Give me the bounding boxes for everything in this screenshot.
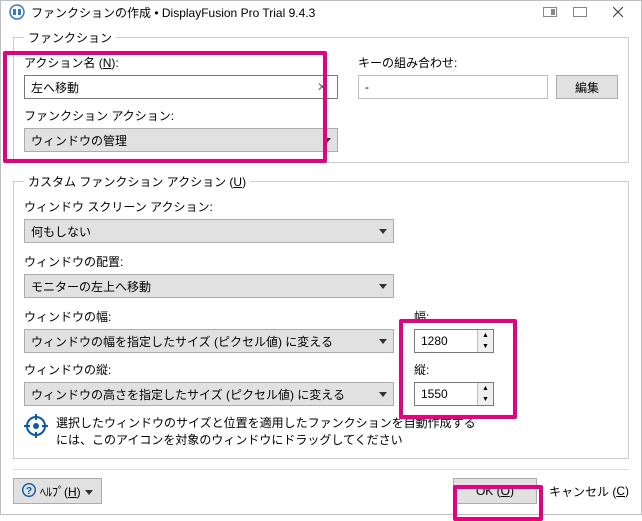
titlebar: ファンクションの作成 • DisplayFusion Pro Trial 9.4… (1, 1, 641, 23)
placement-value: モニターの左上へ移動 (31, 278, 151, 295)
custom-action-fieldset: カスタム ファンクション アクション (U) ウィンドウ スクリーン アクション… (13, 173, 629, 459)
action-name-value: 左へ移動 (31, 79, 79, 96)
chevron-down-icon (379, 392, 387, 397)
target-icon[interactable] (24, 414, 48, 438)
width-px-value: 1280 (421, 334, 448, 348)
function-action-value: ウィンドウの管理 (31, 132, 127, 149)
chevron-down-icon (379, 339, 387, 344)
clear-icon[interactable]: ✕ (313, 80, 331, 94)
titlebar-controls (535, 1, 641, 23)
placement-label: ウィンドウの配置: (24, 253, 618, 270)
width-px-label: 幅: (414, 308, 494, 325)
action-name-input[interactable]: 左へ移動 ✕ (24, 75, 338, 99)
height-mode-combo[interactable]: ウィンドウの高さを指定したサイズ (ピクセル値) に変える (24, 382, 394, 406)
help-label: ﾍﾙﾌﾟ(H) (40, 483, 81, 500)
window: ファンクションの作成 • DisplayFusion Pro Trial 9.4… (0, 0, 642, 515)
close-button[interactable] (595, 1, 641, 23)
function-action-combo[interactable]: ウィンドウの管理 (24, 128, 338, 152)
footer: ? ﾍﾙﾌﾟ(H) OK (O) キャンセル (C) (13, 469, 629, 504)
chevron-down-icon (85, 484, 93, 498)
window-title: ファンクションの作成 • DisplayFusion Pro Trial 9.4… (31, 4, 535, 21)
client-area: ファンクション アクション名 (N): 左へ移動 ✕ キーの組み合わせ: - 編… (1, 23, 641, 514)
key-combo-field: - (358, 75, 548, 99)
key-combo-label: キーの組み合わせ: (358, 54, 618, 71)
spinner-buttons[interactable]: ▲▼ (477, 330, 493, 352)
spin-up-icon[interactable]: ▲ (478, 330, 493, 341)
width-mode-value: ウィンドウの幅を指定したサイズ (ピクセル値) に変える (31, 333, 333, 350)
height-px-label: 縦: (414, 361, 494, 378)
titlebar-extra-icon-1[interactable] (535, 1, 565, 23)
screen-action-value: 何もしない (31, 223, 91, 240)
height-px-value: 1550 (421, 387, 448, 401)
function-action-label: ファンクション アクション: (24, 107, 338, 124)
chevron-down-icon (323, 138, 331, 143)
chevron-down-icon (379, 229, 387, 234)
custom-action-legend: カスタム ファンクション アクション (U) (24, 173, 250, 190)
help-button[interactable]: ? ﾍﾙﾌﾟ(H) (13, 478, 102, 504)
spinner-buttons[interactable]: ▲▼ (477, 383, 493, 405)
width-mode-combo[interactable]: ウィンドウの幅を指定したサイズ (ピクセル値) に変える (24, 329, 394, 353)
svg-text:?: ? (26, 486, 32, 497)
screen-action-label: ウィンドウ スクリーン アクション: (24, 198, 618, 215)
placement-combo[interactable]: モニターの左上へ移動 (24, 274, 394, 298)
width-px-input[interactable]: 1280 ▲▼ (414, 329, 494, 353)
spin-down-icon[interactable]: ▼ (478, 394, 493, 405)
function-legend: ファンクション (24, 29, 116, 46)
spin-down-icon[interactable]: ▼ (478, 341, 493, 352)
function-fieldset: ファンクション アクション名 (N): 左へ移動 ✕ キーの組み合わせ: - 編… (13, 29, 629, 163)
cancel-button[interactable]: キャンセル (C) (549, 483, 629, 500)
drag-hint-text: 選択したウィンドウのサイズと位置を適用したファンクションを自動作成するには、この… (56, 414, 476, 448)
edit-button[interactable]: 編集 (556, 75, 618, 99)
help-icon: ? (22, 483, 36, 500)
action-name-label: アクション名 (N): (24, 54, 338, 71)
chevron-down-icon (379, 284, 387, 289)
drag-hint: 選択したウィンドウのサイズと位置を適用したファンクションを自動作成するには、この… (24, 414, 618, 448)
titlebar-extra-icon-2[interactable] (565, 1, 595, 23)
height-mode-label: ウィンドウの縦: (24, 361, 394, 378)
ok-button[interactable]: OK (O) (453, 478, 537, 504)
spin-up-icon[interactable]: ▲ (478, 383, 493, 394)
height-mode-value: ウィンドウの高さを指定したサイズ (ピクセル値) に変える (31, 386, 345, 403)
height-px-input[interactable]: 1550 ▲▼ (414, 382, 494, 406)
app-icon (9, 4, 25, 20)
close-icon (613, 7, 623, 17)
width-mode-label: ウィンドウの幅: (24, 308, 394, 325)
screen-action-combo[interactable]: 何もしない (24, 219, 394, 243)
